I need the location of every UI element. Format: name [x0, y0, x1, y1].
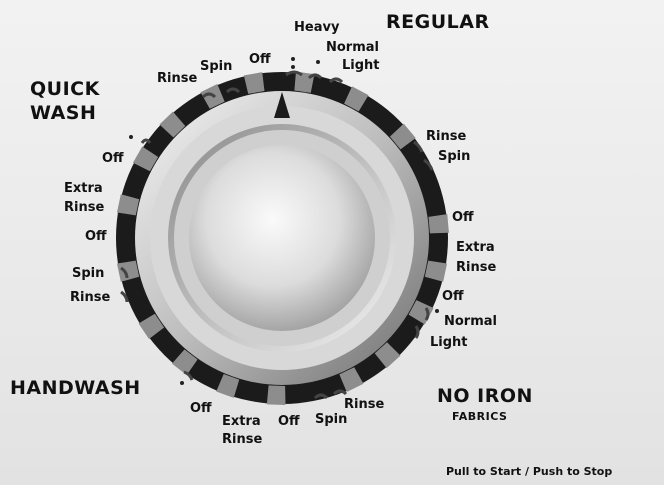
quick-wash-off-label[interactable]: Off — [85, 229, 107, 244]
handwash-off-label[interactable]: Off — [190, 401, 212, 416]
no-iron-spin-label[interactable]: Spin — [315, 412, 347, 427]
cycle-quick-wash-label-2: WASH — [30, 102, 97, 124]
cycle-regular-label: REGULAR — [386, 11, 490, 33]
regular-right-spin-label[interactable]: Spin — [438, 149, 470, 164]
no-iron-light-label[interactable]: Light — [430, 335, 468, 350]
knob-face[interactable] — [189, 145, 375, 331]
start-stop-instruction: Pull to Start / Push to Stop — [446, 465, 613, 478]
no-iron-extra-label[interactable]: Extra — [456, 240, 495, 255]
cycle-handwash-label: HANDWASH — [10, 377, 141, 399]
no-iron-off-label[interactable]: Off — [442, 289, 464, 304]
regular-spin-label[interactable]: Spin — [200, 59, 232, 74]
handwash-rinse-label[interactable]: Rinse — [222, 432, 262, 447]
quick-wash-rinse-bottom-label[interactable]: Rinse — [70, 290, 110, 305]
quick-wash-extra-label[interactable]: Extra — [64, 181, 103, 196]
no-iron-rinse-bottom-label[interactable]: Rinse — [344, 397, 384, 412]
regular-rinse-label[interactable]: Rinse — [157, 71, 197, 86]
regular-light-label[interactable]: Light — [342, 58, 380, 73]
regular-right-off-label[interactable]: Off — [452, 210, 474, 225]
quick-wash-spin-label[interactable]: Spin — [72, 266, 104, 281]
cycle-quick-wash-label-1: QUICK — [30, 78, 100, 100]
ring-segment-marker — [266, 385, 286, 405]
no-iron-off-bottom-label[interactable]: Off — [278, 414, 300, 429]
regular-heavy-label[interactable]: Heavy — [294, 20, 339, 35]
ring-segment-marker — [428, 214, 449, 234]
quick-wash-off-top-label[interactable]: Off — [102, 151, 124, 166]
no-iron-normal-label[interactable]: Normal — [444, 314, 497, 329]
regular-off-label[interactable]: Off — [249, 52, 271, 67]
regular-right-rinse-label[interactable]: Rinse — [426, 129, 466, 144]
regular-normal-label[interactable]: Normal — [326, 40, 379, 55]
handwash-extra-label[interactable]: Extra — [222, 414, 261, 429]
cycle-no-iron-label: NO IRON — [437, 385, 533, 407]
no-iron-rinse-label[interactable]: Rinse — [456, 260, 496, 275]
quick-wash-rinse-label[interactable]: Rinse — [64, 200, 104, 215]
cycle-no-iron-sub-label: FABRICS — [452, 410, 508, 423]
